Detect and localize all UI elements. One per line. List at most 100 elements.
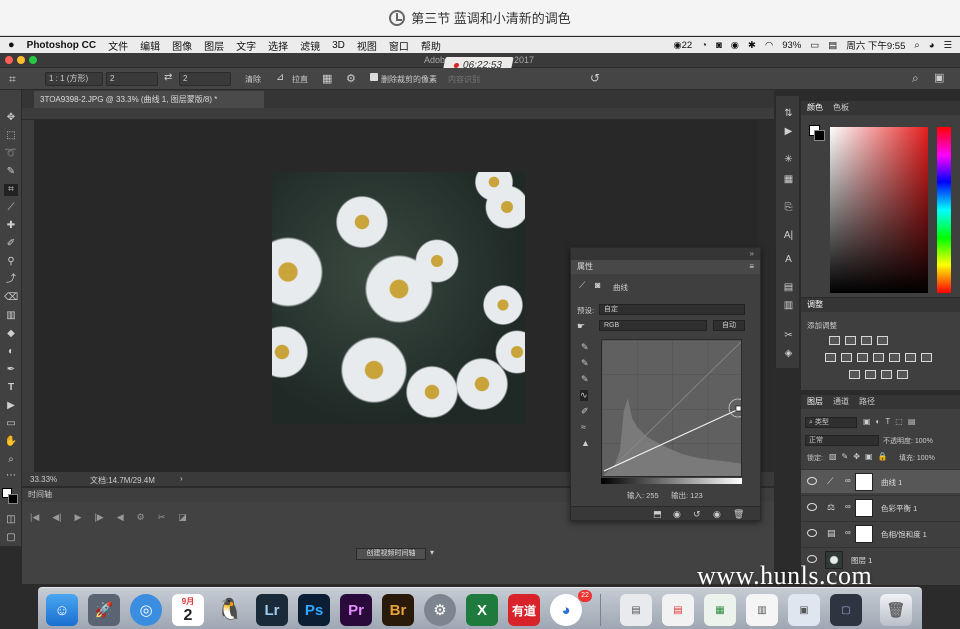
- create-timeline-dropdown-icon[interactable]: ▾: [430, 548, 434, 557]
- black-point-eyedropper-icon[interactable]: ✎: [581, 342, 589, 353]
- gray-point-eyedropper-icon[interactable]: ✎: [581, 358, 589, 369]
- menu-filter[interactable]: 滤镜: [300, 38, 320, 53]
- qq-status-icon[interactable]: ◔: [701, 40, 707, 51]
- document-image[interactable]: [272, 172, 525, 424]
- color-balance-adjustment-icon[interactable]: [857, 353, 868, 362]
- battery-icon[interactable]: ▭: [810, 40, 819, 51]
- overlay-grid-icon[interactable]: ▦: [322, 72, 332, 85]
- minimize-window-button[interactable]: [17, 56, 25, 64]
- crop-tool-icon-active[interactable]: ⌗: [4, 184, 18, 196]
- stamp-tool-icon[interactable]: ⚲: [4, 256, 18, 268]
- file-thumb-icon[interactable]: ▥: [746, 594, 778, 626]
- target-adjust-icon[interactable]: ☛: [577, 321, 585, 332]
- delete-adjustment-icon[interactable]: 🗑: [733, 509, 744, 520]
- tab-channels[interactable]: 通道: [833, 395, 849, 409]
- gradient-tool-icon[interactable]: ▥: [4, 310, 18, 322]
- path-select-tool-icon[interactable]: ▶: [4, 400, 18, 412]
- first-frame-icon[interactable]: |◀: [30, 512, 39, 523]
- settings-icon[interactable]: ⚙: [137, 512, 145, 523]
- brush-tool-icon[interactable]: ✐: [4, 238, 18, 250]
- trash-icon[interactable]: 🗑: [880, 594, 912, 626]
- document-tab[interactable]: 3TOA9398-2.JPG @ 33.3% (曲线 1, 图层蒙版/8) *: [34, 91, 264, 108]
- wechat-status-icon[interactable]: ◙: [716, 40, 722, 51]
- menu-layer[interactable]: 图层: [204, 38, 224, 53]
- lightroom-icon[interactable]: Lr: [256, 594, 288, 626]
- ratio-select[interactable]: 1 : 1 (方形): [45, 72, 103, 86]
- delete-cropped-label[interactable]: 删除裁剪的像素: [381, 74, 437, 85]
- 3d-panel-icon[interactable]: ◈: [782, 348, 795, 360]
- visibility-icon[interactable]: ◉: [713, 509, 721, 520]
- tab-paths[interactable]: 路径: [859, 395, 875, 409]
- blend-mode-select[interactable]: 正常: [805, 435, 879, 446]
- layer-mask-thumbnail[interactable]: [855, 499, 873, 517]
- spotlight-icon[interactable]: ⌕: [914, 40, 919, 51]
- background-color-swatch[interactable]: [8, 494, 18, 504]
- straighten-label[interactable]: 拉直: [292, 74, 308, 85]
- layer-filter-icons[interactable]: ▣◐T⬚▤: [863, 417, 920, 426]
- hand-tool-icon[interactable]: ✋: [4, 436, 18, 448]
- menu-type[interactable]: 文字: [236, 38, 256, 53]
- timeline-title[interactable]: 时间轴: [28, 490, 52, 499]
- gradient-map-adjustment-icon[interactable]: [897, 370, 908, 379]
- tab-color[interactable]: 颜色: [807, 101, 823, 115]
- channel-mixer-adjustment-icon[interactable]: [905, 353, 916, 362]
- hue-saturation-adjustment-icon[interactable]: [841, 353, 852, 362]
- smooth-curve-icon[interactable]: ≈: [581, 422, 586, 432]
- layer-mask-thumbnail[interactable]: [855, 525, 873, 543]
- layer-name[interactable]: 曲线 1: [881, 477, 902, 488]
- curves-adjustment-button-icon[interactable]: [861, 336, 872, 345]
- hue-slider[interactable]: [937, 127, 951, 293]
- create-timeline-button[interactable]: 创建视频时间轴: [356, 548, 426, 560]
- color-picker-field[interactable]: [830, 127, 928, 293]
- straighten-icon[interactable]: ⊿: [276, 72, 284, 83]
- curve-point[interactable]: [735, 405, 741, 412]
- shape-tool-icon[interactable]: ▭: [4, 418, 18, 430]
- screen-mode-icon[interactable]: ▢: [4, 532, 18, 544]
- transition-icon[interactable]: ◪: [178, 512, 187, 523]
- crop-tool-icon[interactable]: ⌗: [9, 72, 16, 87]
- clone-source-icon[interactable]: ⎘: [782, 202, 795, 214]
- channel-select[interactable]: RGB: [599, 320, 707, 331]
- history-panel-icon[interactable]: ⇅: [782, 108, 795, 120]
- mask-icon[interactable]: ◙: [595, 280, 600, 290]
- delete-cropped-checkbox[interactable]: [370, 73, 378, 81]
- threshold-adjustment-icon[interactable]: [881, 370, 892, 379]
- zoom-tool-icon[interactable]: ⌕: [4, 454, 18, 466]
- layer-name[interactable]: 色相/饱和度 1: [881, 529, 927, 540]
- menu-3d[interactable]: 3D: [332, 40, 345, 51]
- document-thumb-icon[interactable]: ▤: [620, 594, 652, 626]
- marquee-tool-icon[interactable]: ⬚: [4, 130, 18, 142]
- siri-icon[interactable]: ◕: [929, 40, 935, 51]
- finder-icon[interactable]: ☺: [46, 594, 78, 626]
- lasso-tool-icon[interactable]: ➰: [4, 148, 18, 160]
- tab-swatches[interactable]: 色板: [833, 101, 849, 115]
- bluetooth-icon[interactable]: ✱: [748, 40, 756, 51]
- type-tool-icon[interactable]: T: [4, 382, 18, 394]
- more-tools-icon[interactable]: ⋯: [4, 470, 18, 482]
- screenshot-thumb-icon[interactable]: ▣: [788, 594, 820, 626]
- eye-icon[interactable]: [807, 529, 817, 537]
- properties-tab[interactable]: 属性 ≡: [571, 260, 760, 274]
- collapse-icon[interactable]: »: [750, 249, 754, 258]
- status-arrow-icon[interactable]: ›: [180, 474, 183, 483]
- split-icon[interactable]: ✂: [158, 512, 166, 523]
- white-point-eyedropper-icon[interactable]: ✎: [581, 374, 589, 385]
- lock-icons[interactable]: ▧✎✥▣🔒: [829, 452, 892, 461]
- blur-tool-icon[interactable]: ◆: [4, 328, 18, 340]
- zoom-window-button[interactable]: [29, 56, 37, 64]
- character-panel-icon[interactable]: A|: [782, 230, 795, 242]
- layer-row[interactable]: ⚖ ∞ 色彩平衡 1: [801, 495, 960, 519]
- notes-panel-icon[interactable]: ▥: [782, 300, 795, 312]
- dodge-tool-icon[interactable]: ◐: [4, 346, 18, 358]
- horizontal-ruler[interactable]: [22, 108, 774, 120]
- brushes-icon[interactable]: ▦: [782, 174, 795, 186]
- black-white-adjustment-icon[interactable]: [873, 353, 884, 362]
- clip-to-layer-icon[interactable]: ⬒: [653, 509, 662, 520]
- safari-icon[interactable]: ◎: [130, 594, 162, 626]
- window-thumb-icon[interactable]: ▢: [830, 594, 862, 626]
- move-tool-icon[interactable]: ✥: [4, 112, 18, 124]
- eye-status-icon[interactable]: ◉: [731, 40, 739, 51]
- calendar-icon[interactable]: 9月 2: [172, 594, 204, 626]
- menu-select[interactable]: 选择: [268, 38, 288, 53]
- reset-adjustment-icon[interactable]: ↺: [693, 509, 701, 520]
